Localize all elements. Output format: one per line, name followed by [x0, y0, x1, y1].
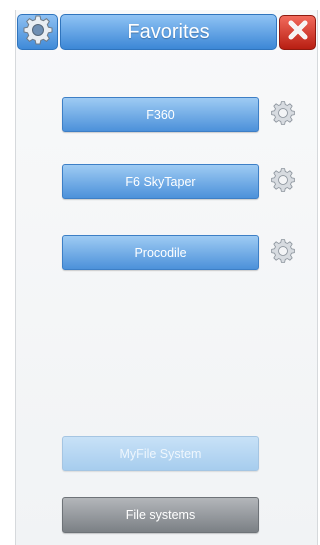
title-bar: Favorites	[60, 14, 277, 50]
gear-icon	[22, 14, 54, 51]
file-systems-label: File systems	[125, 508, 196, 522]
gear-icon	[270, 167, 296, 198]
favorite-button-f6-skytaper[interactable]: F6 SkyTaper	[62, 164, 259, 199]
settings-button[interactable]	[17, 14, 58, 50]
favorite-button-f360[interactable]: F360	[62, 97, 259, 132]
page-title: Favorites	[127, 20, 210, 43]
favorite-label: F6 SkyTaper	[125, 174, 196, 189]
favorite-label: F360	[146, 107, 175, 122]
file-systems-button[interactable]: File systems	[62, 497, 259, 533]
gear-icon	[270, 100, 296, 131]
myfile-system-label: MyFile System	[119, 446, 202, 461]
favorite-settings-button[interactable]	[269, 100, 297, 131]
close-icon	[287, 19, 309, 46]
header-bar: Favorites	[15, 14, 317, 50]
favorite-settings-button[interactable]	[269, 167, 297, 198]
favorite-settings-button[interactable]	[269, 238, 297, 269]
favorite-label: Procodile	[134, 245, 187, 260]
gear-icon	[270, 238, 296, 269]
myfile-system-button[interactable]: MyFile System	[62, 436, 259, 471]
close-button[interactable]	[279, 15, 316, 50]
favorite-button-procodile[interactable]: Procodile	[62, 235, 259, 270]
